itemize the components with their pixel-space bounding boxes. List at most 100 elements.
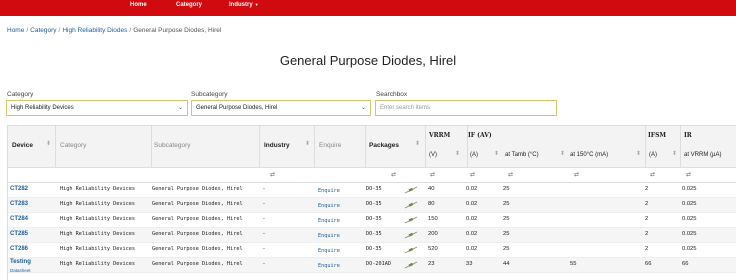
sort-icon[interactable]: ⬍ <box>560 150 565 157</box>
category-select[interactable]: High Reliability Devices ⌄ <box>6 100 188 116</box>
cell-industry: - <box>263 246 265 252</box>
subheader-ir-unit: at VRRM (µA) <box>684 152 722 158</box>
cell-tamb: 25 <box>503 246 510 252</box>
filter-icon[interactable]: ⇄ <box>430 171 435 178</box>
header-category[interactable]: Category <box>60 142 86 149</box>
cell-subcategory: General Purpose Diodes, Hirel <box>152 201 243 207</box>
subcategory-select[interactable]: General Purpose Diodes, Hirel ⌄ <box>191 100 371 116</box>
header-subcategory[interactable]: Subcategory <box>154 142 191 149</box>
cell-ir: 0.025 <box>682 186 697 192</box>
cell-ir: 0.025 <box>682 216 697 222</box>
sort-icon[interactable]: ⬍ <box>305 140 310 147</box>
subheader-tamb: at Tamb (°C) <box>505 152 539 158</box>
filter-icon[interactable]: ⇄ <box>650 171 655 178</box>
enquire-link[interactable]: Enquire <box>318 248 340 254</box>
sort-icon[interactable]: ⬍ <box>636 150 641 157</box>
cell-ifsm: 2 <box>645 216 649 222</box>
table-row: CT285 High Reliability Devices General Pur… <box>8 228 736 243</box>
cell-ir: 0.025 <box>682 231 697 237</box>
cell-at150: 55 <box>570 261 577 267</box>
diode-package-icon <box>404 246 418 254</box>
datasheet-link[interactable]: Datasheet <box>10 268 31 273</box>
cell-package: DO-201AD <box>366 261 391 267</box>
search-input[interactable]: Enter search items <box>375 100 557 116</box>
cell-if: 0.02 <box>466 186 478 192</box>
breadcrumb-subcategory[interactable]: High Reliability Diodes <box>62 27 127 34</box>
device-link[interactable]: CT284 <box>10 216 28 222</box>
cell-subcategory: General Purpose Diodes, Hirel <box>152 216 243 222</box>
column-filter-row: ⇄ ⇄ ⇄ ⇄ ⇄ ⇄ ⇄ ⇄ <box>8 167 736 183</box>
enquire-link[interactable]: Enquire <box>318 233 340 239</box>
cell-package: DO-35 <box>366 246 382 252</box>
device-link[interactable]: CT285 <box>10 231 28 237</box>
search-placeholder: Enter search items <box>380 105 431 111</box>
header-industry[interactable]: Industry <box>264 142 290 149</box>
cell-category: High Reliability Devices <box>60 231 135 237</box>
cell-vrrm: 40 <box>428 186 435 192</box>
subheader-ifsm-unit: (A) <box>649 152 657 158</box>
subheader-vrrm-unit: (V) <box>429 152 437 158</box>
sort-icon[interactable]: ⬍ <box>494 150 499 157</box>
breadcrumb-home[interactable]: Home <box>7 27 24 34</box>
enquire-link[interactable]: Enquire <box>318 203 340 209</box>
header-device[interactable]: Device <box>12 142 33 149</box>
device-link[interactable]: CT282 <box>10 186 28 192</box>
cell-tamb: 25 <box>503 231 510 237</box>
page-title: General Purpose Diodes, Hirel <box>279 53 457 68</box>
cell-ir: 0.025 <box>682 201 697 207</box>
diode-package-icon <box>404 231 418 239</box>
cell-ifsm: 2 <box>645 186 649 192</box>
device-table: Device ⬍ Category Subcategory Industry ⬍… <box>7 125 736 280</box>
search-label: Searchbox <box>376 91 408 98</box>
cell-vrrm: 23 <box>428 261 435 267</box>
sort-icon[interactable]: ⬍ <box>415 140 420 147</box>
enquire-link[interactable]: Enquire <box>318 263 340 269</box>
cell-industry: - <box>263 261 265 267</box>
nav-category[interactable]: Category <box>176 2 202 8</box>
breadcrumb-category[interactable]: Category <box>30 27 56 34</box>
cell-subcategory: General Purpose Diodes, Hirel <box>152 246 243 252</box>
enquire-link[interactable]: Enquire <box>318 218 340 224</box>
cell-if: 0.02 <box>466 231 478 237</box>
cell-category: High Reliability Devices <box>60 261 135 267</box>
cell-if: 0.02 <box>466 201 478 207</box>
filter-icon[interactable]: ⇄ <box>508 171 513 178</box>
sort-icon[interactable]: ⬍ <box>46 140 51 147</box>
cell-tamb: 44 <box>503 261 510 267</box>
header-ifsm: IFSM <box>648 132 667 139</box>
diode-package-icon <box>404 186 418 194</box>
table-row: Testing Datasheet High Reliability Devices… <box>8 258 736 273</box>
device-link[interactable]: CT283 <box>10 201 28 207</box>
cell-package: DO-35 <box>366 201 382 207</box>
cell-category: High Reliability Devices <box>60 201 135 207</box>
header-if: IF (AV) <box>468 132 492 139</box>
device-link[interactable]: Testing <box>10 259 31 265</box>
filter-icon[interactable]: ⇄ <box>686 171 691 178</box>
nav-home[interactable]: Home <box>130 2 147 8</box>
filter-icon[interactable]: ⇄ <box>270 171 275 178</box>
filter-icon[interactable]: ⇄ <box>391 171 396 178</box>
enquire-link[interactable]: Enquire <box>318 188 340 194</box>
cell-if: 0.02 <box>466 216 478 222</box>
cell-package: DO-35 <box>366 186 382 192</box>
cell-vrrm: 200 <box>428 231 438 237</box>
nav-industry-label: Industry <box>229 2 253 8</box>
device-link[interactable]: CT286 <box>10 246 28 252</box>
nav-industry[interactable]: Industry ▼ <box>229 2 259 8</box>
cell-ir: 0.025 <box>682 246 697 252</box>
sort-icon[interactable]: ⬍ <box>672 150 677 157</box>
header-packages[interactable]: Packages <box>369 142 399 149</box>
filter-icon[interactable]: ⇄ <box>470 171 475 178</box>
cell-subcategory: General Purpose Diodes, Hirel <box>152 261 243 267</box>
filter-icon[interactable]: ⇄ <box>574 171 579 178</box>
cell-industry: - <box>263 186 265 192</box>
subcategory-select-value: General Purpose Diodes, Hirel <box>196 105 278 111</box>
header-vrrm: VRRM <box>429 132 451 139</box>
chevron-down-icon: ⌄ <box>360 105 366 111</box>
top-nav: Home Category Industry ▼ <box>0 0 736 16</box>
subcategory-filter-label: Subcategory <box>191 91 228 98</box>
sort-icon[interactable]: ⬍ <box>455 150 460 157</box>
cell-package: DO-35 <box>366 231 382 237</box>
cell-tamb: 25 <box>503 186 510 192</box>
diode-package-icon <box>404 261 418 269</box>
